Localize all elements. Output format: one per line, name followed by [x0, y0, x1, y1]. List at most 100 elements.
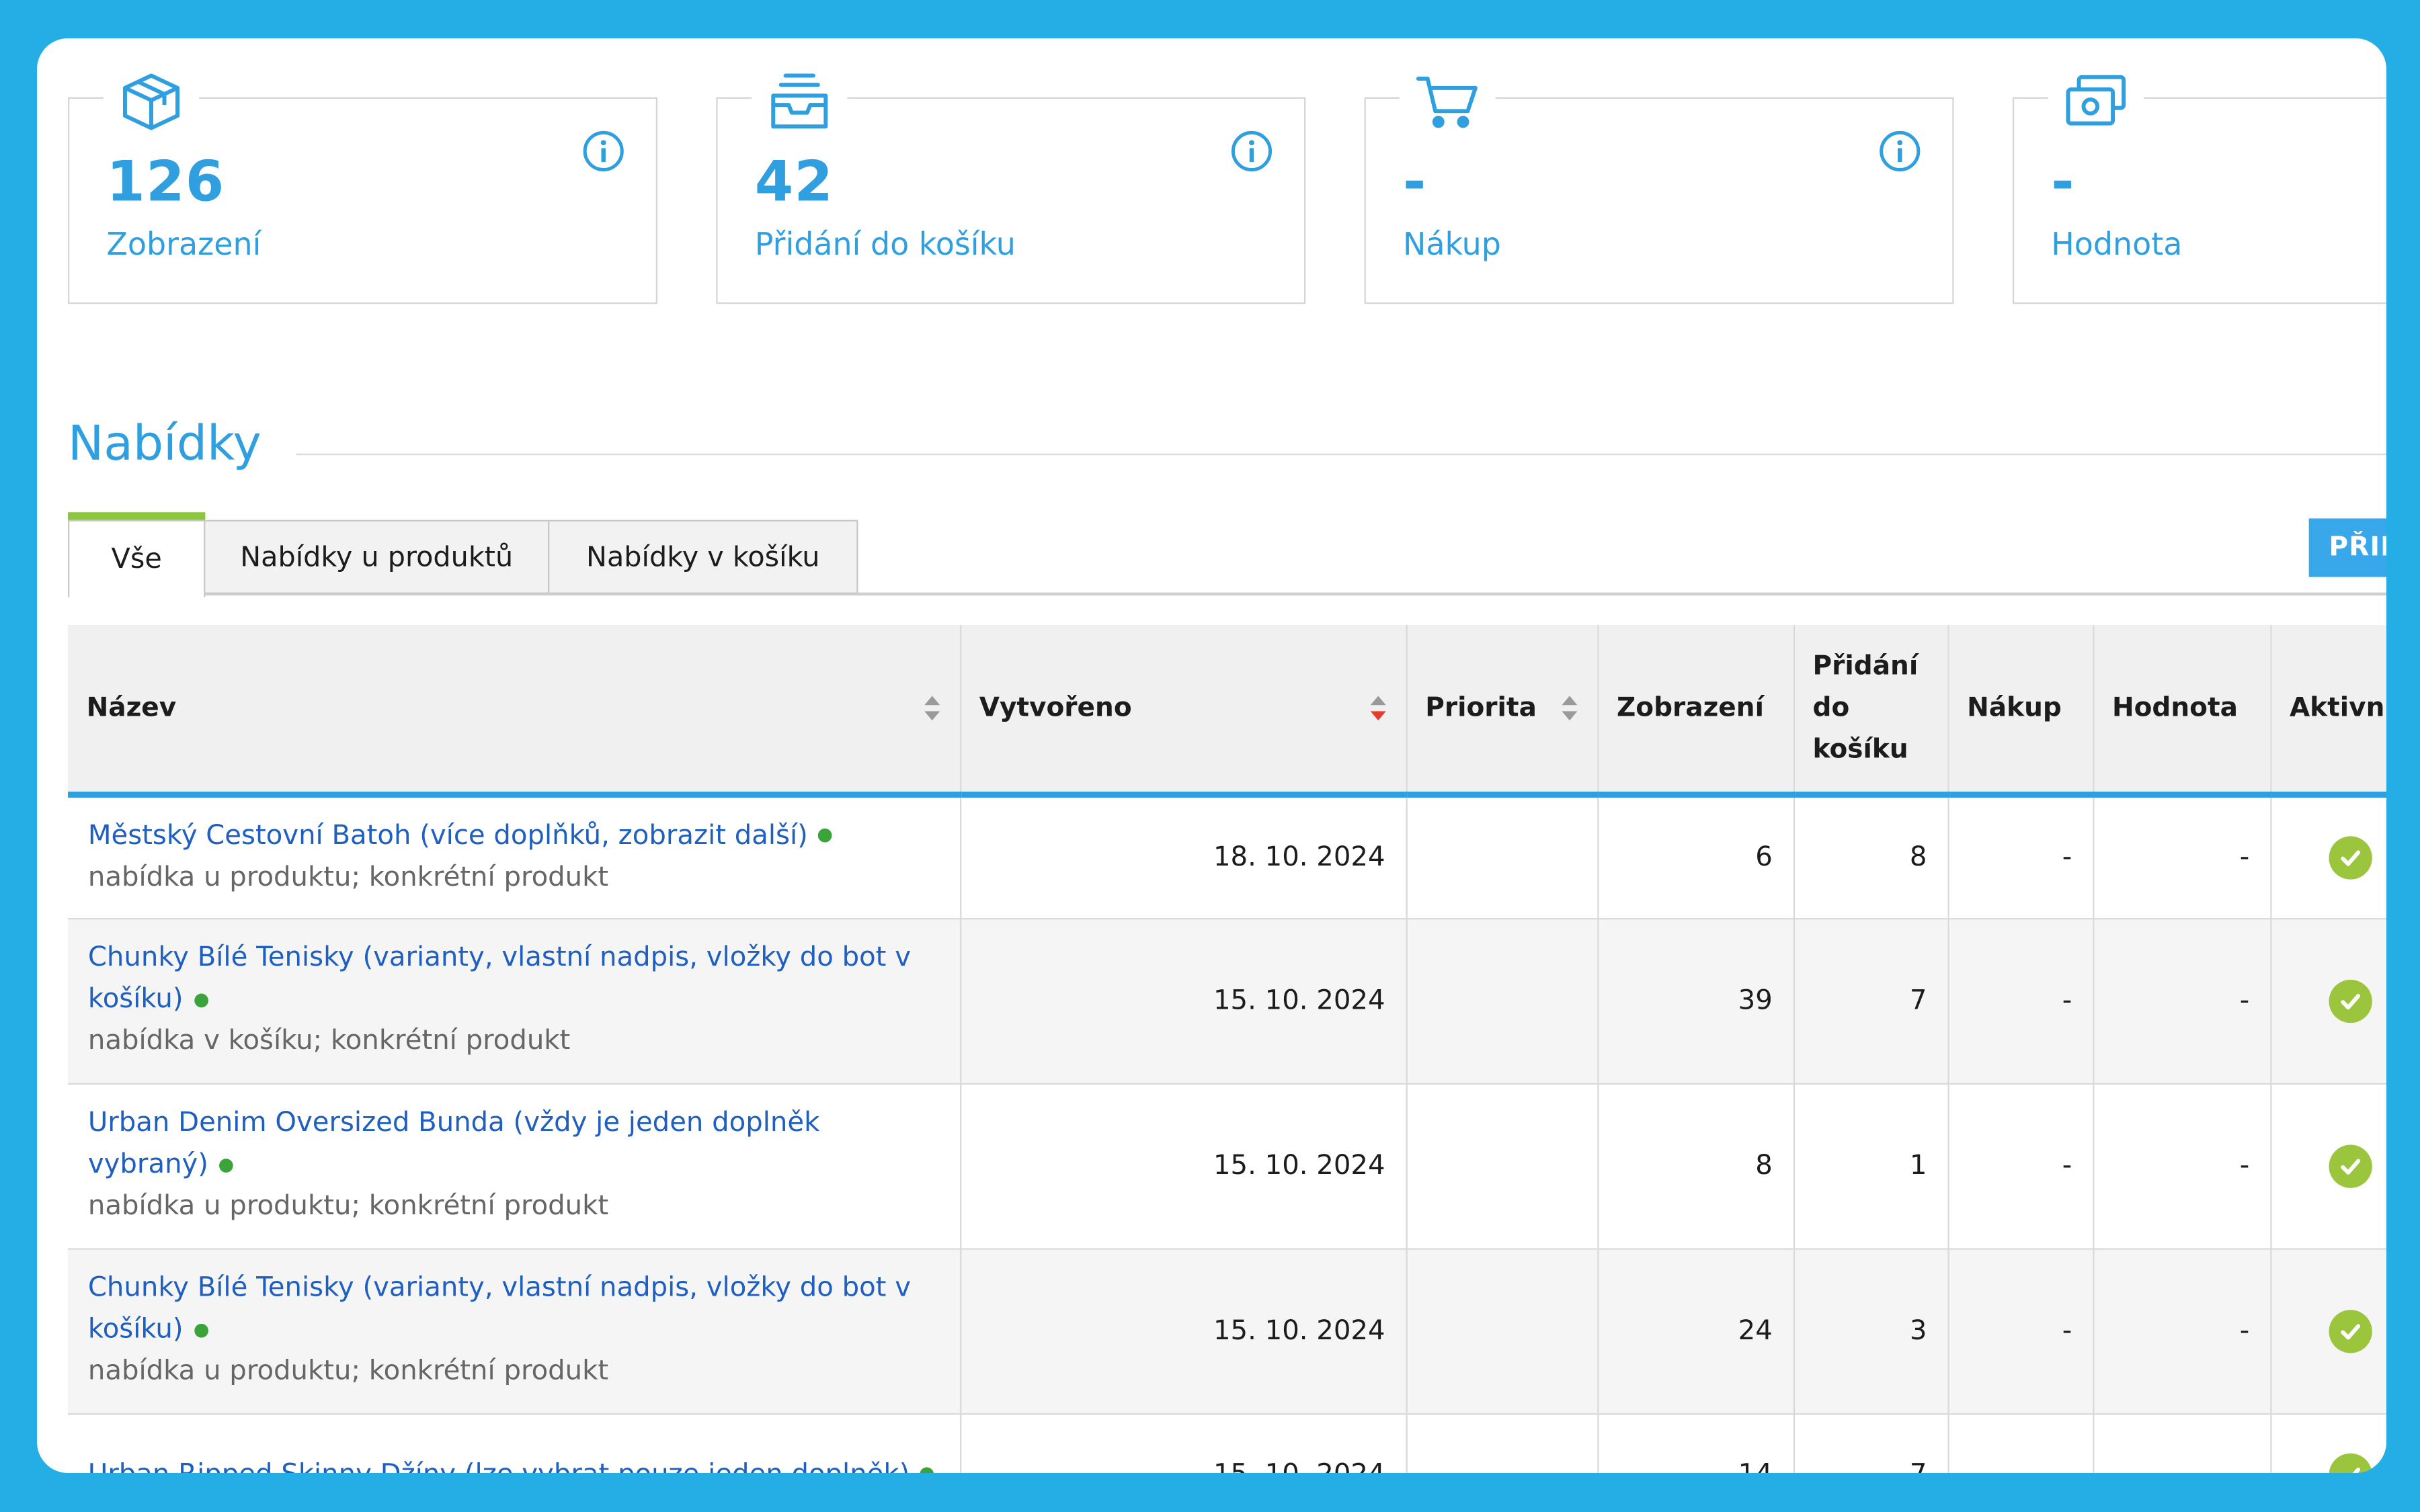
- cell-purchase: -: [1947, 1413, 2094, 1473]
- stat-value: 42: [754, 151, 834, 215]
- offer-type: nabídka u produktu; konkrétní produkt: [87, 1191, 609, 1222]
- cell-active: [2270, 794, 2386, 919]
- cell-priority: [1406, 1248, 1599, 1415]
- cell-created: 15. 10. 2024: [960, 918, 1407, 1084]
- info-icon[interactable]: [1878, 130, 1921, 173]
- cell-views: 8: [1597, 1083, 1794, 1249]
- sort-desc-icon[interactable]: [1368, 693, 1387, 724]
- cell-priority: [1406, 1083, 1599, 1249]
- stat-label: Hodnota: [2051, 225, 2183, 263]
- cell-name: Chunky Bílé Tenisky (varianty, vlastní n…: [68, 1248, 961, 1415]
- stat-card-cart-adds: 42 Přidání do košíku: [716, 68, 1306, 304]
- column-header-views: Zobrazení: [1597, 624, 1794, 798]
- check-icon[interactable]: [2328, 1309, 2372, 1353]
- cell-created: 15. 10. 2024: [960, 1083, 1407, 1249]
- stat-value: 126: [106, 151, 225, 215]
- column-header-cart-adds: Přidání do košíku: [1793, 624, 1949, 798]
- section-title: Nabídky: [68, 416, 261, 472]
- stat-value: -: [1402, 151, 1427, 215]
- cell-views: 6: [1597, 794, 1794, 919]
- cell-value: -: [2093, 918, 2271, 1084]
- offer-name-link[interactable]: Urban Denim Oversized Bunda (vždy je jed…: [88, 1107, 820, 1180]
- cell-cart-adds: 3: [1793, 1248, 1949, 1415]
- cell-purchase: -: [1947, 1083, 2094, 1249]
- tab-label: Nabídky u produktů: [240, 540, 514, 573]
- cell-purchase: -: [1947, 918, 2094, 1084]
- money-icon: [2048, 68, 2144, 136]
- cell-active: [2270, 1083, 2386, 1249]
- tab-all[interactable]: Vše: [68, 512, 206, 597]
- offer-type: nabídka u produktu; konkrétní produkt: [87, 862, 609, 893]
- table-row[interactable]: Chunky Bílé Tenisky (varianty, vlastní n…: [68, 1248, 2386, 1415]
- stat-value: -: [2051, 151, 2075, 215]
- cell-cart-adds: 7: [1793, 918, 1949, 1084]
- tab-label: Nabídky v košíku: [586, 540, 820, 573]
- cell-views: 39: [1597, 918, 1794, 1084]
- info-icon[interactable]: [582, 130, 625, 173]
- cell-purchase: -: [1947, 794, 2094, 919]
- cell-value: -: [2093, 794, 2271, 919]
- cell-priority: [1406, 1413, 1599, 1473]
- stat-card-value: - Hodnota: [2012, 68, 2386, 304]
- cell-active: [2270, 1248, 2386, 1415]
- status-dot: [920, 1467, 935, 1473]
- tab-label: Vše: [111, 543, 162, 576]
- section-divider: [296, 453, 2386, 456]
- active-tab-indicator: [68, 512, 206, 520]
- cell-value: -: [2093, 1248, 2271, 1415]
- column-header-priority[interactable]: Priorita: [1406, 624, 1599, 798]
- column-header-name[interactable]: Název: [68, 624, 961, 798]
- check-icon[interactable]: [2328, 978, 2372, 1023]
- offer-name-link[interactable]: Městský Cestovní Batoh (více doplňků, zo…: [88, 821, 808, 851]
- tab-cart-offers[interactable]: Nabídky v košíku: [548, 519, 858, 594]
- app-window: 126 Zobrazení 42 Přidání do košíku - Nák…: [37, 38, 2386, 1473]
- column-header-purchase: Nákup: [1947, 624, 2094, 798]
- info-icon[interactable]: [1230, 130, 1273, 173]
- cell-priority: [1406, 918, 1599, 1084]
- sort-icon[interactable]: [922, 693, 941, 724]
- column-header-value: Hodnota: [2093, 624, 2271, 798]
- stat-label: Zobrazení: [106, 225, 261, 263]
- offer-type: nabídka v košíku; konkrétní produkt: [87, 1025, 571, 1057]
- cell-name: Urban Ripped Skinny Džíny (lze vybrat po…: [68, 1413, 961, 1473]
- table-row[interactable]: Urban Denim Oversized Bunda (vždy je jed…: [68, 1083, 2386, 1249]
- cell-cart-adds: 7: [1793, 1413, 1949, 1473]
- cell-created: 15. 10. 2024: [960, 1413, 1407, 1473]
- cell-purchase: -: [1947, 1248, 2094, 1415]
- offer-name-link[interactable]: Chunky Bílé Tenisky (varianty, vlastní n…: [88, 943, 911, 1015]
- offer-type: nabídka u produktu; konkrétní produkt: [87, 1356, 609, 1388]
- check-icon[interactable]: [2328, 835, 2372, 880]
- check-icon[interactable]: [2328, 1453, 2372, 1473]
- status-dot: [194, 993, 208, 1007]
- offer-name-link[interactable]: Urban Ripped Skinny Džíny (lze vybrat po…: [88, 1459, 910, 1473]
- stat-label: Přidání do košíku: [754, 225, 1016, 263]
- sort-icon[interactable]: [1560, 693, 1578, 724]
- inbox-tray-icon: [752, 68, 848, 136]
- cell-name: Chunky Bílé Tenisky (varianty, vlastní n…: [68, 918, 961, 1084]
- stat-card-purchase: - Nákup: [1364, 68, 1954, 304]
- box-icon: [103, 68, 200, 136]
- stat-label: Nákup: [1402, 225, 1501, 263]
- table-row[interactable]: Městský Cestovní Batoh (více doplňků, zo…: [68, 794, 2386, 919]
- cell-active: [2270, 1413, 2386, 1473]
- cell-active: [2270, 918, 2386, 1084]
- status-dot: [219, 1158, 233, 1172]
- check-icon[interactable]: [2328, 1144, 2372, 1187]
- tab-product-offers[interactable]: Nabídky u produktů: [204, 519, 550, 594]
- offer-name-link[interactable]: Chunky Bílé Tenisky (varianty, vlastní n…: [88, 1273, 911, 1345]
- add-offer-button[interactable]: PŘID: [2308, 518, 2386, 577]
- cell-cart-adds: 8: [1793, 794, 1949, 919]
- cell-name: Urban Denim Oversized Bunda (vždy je jed…: [68, 1083, 961, 1249]
- cell-value: -: [2093, 1083, 2271, 1249]
- cell-cart-adds: 1: [1793, 1083, 1949, 1249]
- column-header-created[interactable]: Vytvořeno: [960, 624, 1407, 798]
- cell-views: 14: [1597, 1413, 1794, 1473]
- stat-card-views: 126 Zobrazení: [68, 68, 658, 304]
- cell-created: 15. 10. 2024: [960, 1248, 1407, 1415]
- table-row[interactable]: Chunky Bílé Tenisky (varianty, vlastní n…: [68, 918, 2386, 1084]
- table-row[interactable]: Urban Ripped Skinny Džíny (lze vybrat po…: [68, 1413, 2386, 1473]
- status-dot: [818, 829, 833, 843]
- cell-created: 18. 10. 2024: [960, 794, 1407, 919]
- column-header-active: Aktivn: [2270, 624, 2386, 798]
- table-header-row: Název Vytvořeno Priorita Zobrazení Přidá…: [68, 624, 2386, 798]
